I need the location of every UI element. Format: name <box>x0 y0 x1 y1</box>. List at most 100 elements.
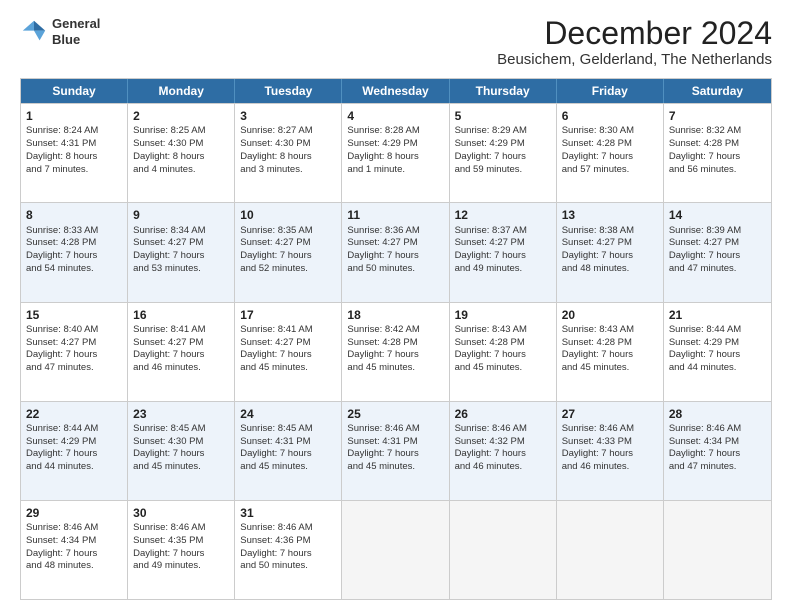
day-info-line-3: and 47 minutes. <box>26 362 94 373</box>
day-info-line-3: and 47 minutes. <box>669 263 737 274</box>
day-info-line-2: Daylight: 7 hours <box>455 448 526 459</box>
day-info-line-2: Daylight: 7 hours <box>26 250 97 261</box>
day-info-line-1: Sunset: 4:31 PM <box>26 138 96 149</box>
day-info-line-2: Daylight: 7 hours <box>455 151 526 162</box>
day-number: 7 <box>669 108 766 124</box>
day-info-line-0: Sunrise: 8:43 AM <box>562 324 634 335</box>
day-info-line-3: and 44 minutes. <box>669 362 737 373</box>
day-info-line-3: and 46 minutes. <box>133 362 201 373</box>
day-info-line-2: Daylight: 7 hours <box>562 448 633 459</box>
day-info-line-2: Daylight: 7 hours <box>26 448 97 459</box>
day-number: 19 <box>455 307 551 323</box>
day-info-line-0: Sunrise: 8:41 AM <box>133 324 205 335</box>
day-info-line-0: Sunrise: 8:25 AM <box>133 125 205 136</box>
day-number: 5 <box>455 108 551 124</box>
day-cell-3: 3Sunrise: 8:27 AMSunset: 4:30 PMDaylight… <box>235 104 342 202</box>
day-cell-13: 13Sunrise: 8:38 AMSunset: 4:27 PMDayligh… <box>557 203 664 301</box>
day-cell-6: 6Sunrise: 8:30 AMSunset: 4:28 PMDaylight… <box>557 104 664 202</box>
day-cell-29: 29Sunrise: 8:46 AMSunset: 4:34 PMDayligh… <box>21 501 128 599</box>
day-info-line-1: Sunset: 4:29 PM <box>455 138 525 149</box>
day-info-line-3: and 50 minutes. <box>347 263 415 274</box>
empty-cell <box>342 501 449 599</box>
day-info-line-1: Sunset: 4:29 PM <box>669 337 739 348</box>
day-info-line-1: Sunset: 4:27 PM <box>347 237 417 248</box>
day-info-line-3: and 52 minutes. <box>240 263 308 274</box>
day-cell-25: 25Sunrise: 8:46 AMSunset: 4:31 PMDayligh… <box>342 402 449 500</box>
day-info-line-0: Sunrise: 8:32 AM <box>669 125 741 136</box>
day-number: 11 <box>347 207 443 223</box>
day-info-line-3: and 45 minutes. <box>240 362 308 373</box>
day-info-line-1: Sunset: 4:27 PM <box>562 237 632 248</box>
day-number: 31 <box>240 505 336 521</box>
empty-cell <box>664 501 771 599</box>
day-cell-24: 24Sunrise: 8:45 AMSunset: 4:31 PMDayligh… <box>235 402 342 500</box>
calendar-header: SundayMondayTuesdayWednesdayThursdayFrid… <box>21 79 771 103</box>
calendar-row-2: 8Sunrise: 8:33 AMSunset: 4:28 PMDaylight… <box>21 202 771 301</box>
day-number: 4 <box>347 108 443 124</box>
calendar: SundayMondayTuesdayWednesdayThursdayFrid… <box>20 78 772 600</box>
day-cell-23: 23Sunrise: 8:45 AMSunset: 4:30 PMDayligh… <box>128 402 235 500</box>
day-info-line-2: Daylight: 7 hours <box>669 448 740 459</box>
day-info-line-3: and 48 minutes. <box>562 263 630 274</box>
day-info-line-2: Daylight: 7 hours <box>240 349 311 360</box>
day-info-line-1: Sunset: 4:31 PM <box>240 436 310 447</box>
day-info-line-0: Sunrise: 8:36 AM <box>347 225 419 236</box>
day-info-line-2: Daylight: 8 hours <box>240 151 311 162</box>
day-info-line-0: Sunrise: 8:33 AM <box>26 225 98 236</box>
day-number: 14 <box>669 207 766 223</box>
day-number: 16 <box>133 307 229 323</box>
title-block: December 2024 Beusichem, Gelderland, The… <box>497 16 772 68</box>
day-cell-8: 8Sunrise: 8:33 AMSunset: 4:28 PMDaylight… <box>21 203 128 301</box>
day-cell-30: 30Sunrise: 8:46 AMSunset: 4:35 PMDayligh… <box>128 501 235 599</box>
day-number: 24 <box>240 406 336 422</box>
day-info-line-3: and 45 minutes. <box>455 362 523 373</box>
day-cell-17: 17Sunrise: 8:41 AMSunset: 4:27 PMDayligh… <box>235 303 342 401</box>
day-info-line-3: and 44 minutes. <box>26 461 94 472</box>
day-info-line-0: Sunrise: 8:46 AM <box>455 423 527 434</box>
day-cell-31: 31Sunrise: 8:46 AMSunset: 4:36 PMDayligh… <box>235 501 342 599</box>
day-cell-12: 12Sunrise: 8:37 AMSunset: 4:27 PMDayligh… <box>450 203 557 301</box>
day-info-line-1: Sunset: 4:28 PM <box>669 138 739 149</box>
day-info-line-3: and 46 minutes. <box>455 461 523 472</box>
day-number: 29 <box>26 505 122 521</box>
day-info-line-2: Daylight: 7 hours <box>133 448 204 459</box>
day-info-line-1: Sunset: 4:27 PM <box>26 337 96 348</box>
day-info-line-1: Sunset: 4:32 PM <box>455 436 525 447</box>
day-info-line-0: Sunrise: 8:34 AM <box>133 225 205 236</box>
day-info-line-0: Sunrise: 8:45 AM <box>133 423 205 434</box>
day-cell-27: 27Sunrise: 8:46 AMSunset: 4:33 PMDayligh… <box>557 402 664 500</box>
day-info-line-1: Sunset: 4:28 PM <box>455 337 525 348</box>
day-cell-1: 1Sunrise: 8:24 AMSunset: 4:31 PMDaylight… <box>21 104 128 202</box>
day-info-line-3: and 50 minutes. <box>240 560 308 571</box>
day-number: 2 <box>133 108 229 124</box>
day-info-line-2: Daylight: 7 hours <box>455 349 526 360</box>
day-info-line-3: and 45 minutes. <box>240 461 308 472</box>
day-info-line-0: Sunrise: 8:46 AM <box>347 423 419 434</box>
day-number: 25 <box>347 406 443 422</box>
day-info-line-1: Sunset: 4:30 PM <box>133 436 203 447</box>
day-info-line-1: Sunset: 4:34 PM <box>669 436 739 447</box>
header: General Blue December 2024 Beusichem, Ge… <box>20 16 772 68</box>
day-info-line-0: Sunrise: 8:46 AM <box>133 522 205 533</box>
day-number: 10 <box>240 207 336 223</box>
day-info-line-1: Sunset: 4:30 PM <box>240 138 310 149</box>
day-info-line-0: Sunrise: 8:46 AM <box>562 423 634 434</box>
day-info-line-3: and 49 minutes. <box>133 560 201 571</box>
day-info-line-1: Sunset: 4:28 PM <box>347 337 417 348</box>
main-title: December 2024 <box>497 16 772 51</box>
day-info-line-1: Sunset: 4:30 PM <box>133 138 203 149</box>
day-info-line-3: and 46 minutes. <box>562 461 630 472</box>
day-info-line-3: and 47 minutes. <box>669 461 737 472</box>
day-info-line-2: Daylight: 7 hours <box>669 349 740 360</box>
calendar-row-1: 1Sunrise: 8:24 AMSunset: 4:31 PMDaylight… <box>21 103 771 202</box>
day-cell-2: 2Sunrise: 8:25 AMSunset: 4:30 PMDaylight… <box>128 104 235 202</box>
day-cell-28: 28Sunrise: 8:46 AMSunset: 4:34 PMDayligh… <box>664 402 771 500</box>
day-info-line-3: and 59 minutes. <box>455 164 523 175</box>
day-info-line-2: Daylight: 7 hours <box>347 250 418 261</box>
day-cell-21: 21Sunrise: 8:44 AMSunset: 4:29 PMDayligh… <box>664 303 771 401</box>
day-info-line-0: Sunrise: 8:35 AM <box>240 225 312 236</box>
day-info-line-1: Sunset: 4:36 PM <box>240 535 310 546</box>
day-info-line-0: Sunrise: 8:42 AM <box>347 324 419 335</box>
day-info-line-0: Sunrise: 8:44 AM <box>26 423 98 434</box>
logo-icon <box>20 18 48 46</box>
